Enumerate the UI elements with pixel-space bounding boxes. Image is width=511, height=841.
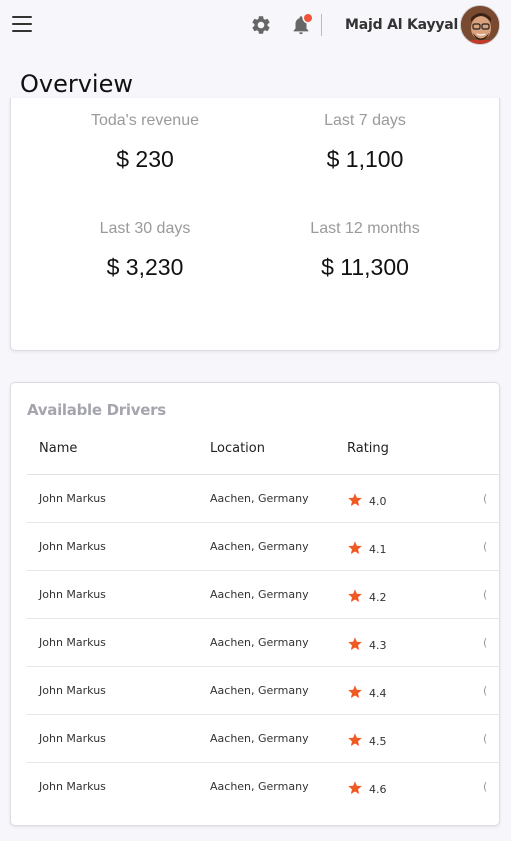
star-icon (348, 589, 362, 602)
driver-location: Aachen, Germany (210, 588, 309, 601)
menu-icon[interactable] (12, 16, 32, 32)
row-overflow-indicator: ( (483, 540, 488, 553)
stat-label: Last 7 days (324, 112, 406, 129)
avatar[interactable] (460, 5, 500, 45)
table-row[interactable]: John Markus Aachen, Germany 4.4 ( (27, 667, 499, 715)
table-body: John Markus Aachen, Germany 4.0(John Marku… (27, 475, 499, 811)
row-overflow-indicator: ( (483, 732, 488, 745)
column-header-name[interactable]: Name (39, 441, 77, 456)
column-header-location[interactable]: Location (210, 441, 265, 456)
stat-last-30-days: Last 30 days $ 3,230 (35, 220, 255, 281)
menu-line (12, 23, 32, 25)
table-row[interactable]: John Markus Aachen, Germany 4.3 ( (27, 619, 499, 667)
table-row[interactable]: John Markus Aachen, Germany 4.0 ( (27, 475, 499, 523)
drivers-title: Available Drivers (27, 401, 166, 419)
rating-value: 4.0 (369, 495, 387, 508)
driver-rating: 4.1 (347, 540, 387, 556)
row-overflow-indicator: ( (483, 588, 488, 601)
table-row[interactable]: John Markus Aachen, Germany 4.2 ( (27, 571, 499, 619)
row-overflow-indicator: ( (483, 684, 488, 697)
driver-name: John Markus (39, 636, 106, 649)
stat-value: $ 230 (116, 146, 174, 172)
driver-location: Aachen, Germany (210, 540, 309, 553)
column-header-rating[interactable]: Rating (347, 441, 389, 456)
driver-rating: 4.4 (347, 684, 387, 700)
table-row[interactable]: John Markus Aachen, Germany 4.5 ( (27, 715, 499, 763)
driver-name: John Markus (39, 540, 106, 553)
stat-label: Last 30 days (99, 220, 191, 237)
rating-value: 4.1 (369, 543, 387, 556)
header-divider (321, 14, 322, 36)
rating-value: 4.6 (369, 783, 387, 796)
revenue-card: Toda's revenue $ 230 Last 7 days $ 1,100… (10, 98, 500, 351)
menu-line (12, 30, 32, 32)
stat-last-7-days: Last 7 days $ 1,100 (255, 112, 475, 173)
driver-rating: 4.2 (347, 588, 387, 604)
rating-value: 4.3 (369, 639, 387, 652)
row-overflow-indicator: ( (483, 636, 488, 649)
available-drivers-card: Available Drivers Name Location Rating J… (10, 382, 500, 826)
driver-rating: 4.5 (347, 732, 387, 748)
rating-value: 4.4 (369, 687, 387, 700)
driver-name: John Markus (39, 492, 106, 505)
menu-line (12, 16, 32, 18)
star-icon (348, 493, 362, 506)
user-name[interactable]: Majd Al Kayyal (345, 17, 458, 33)
stat-label: Last 12 months (310, 220, 420, 237)
driver-location: Aachen, Germany (210, 492, 309, 505)
table-header: Name Location Rating (27, 427, 499, 475)
stat-value: $ 3,230 (106, 254, 184, 280)
rating-value: 4.5 (369, 735, 387, 748)
page-title: Overview (20, 70, 133, 98)
star-icon (348, 541, 362, 554)
stat-label: Toda's revenue (90, 112, 199, 129)
rating-value: 4.2 (369, 591, 387, 604)
row-overflow-indicator: ( (483, 780, 488, 793)
driver-rating: 4.0 (347, 492, 387, 508)
table-row[interactable]: John Markus Aachen, Germany 4.1 ( (27, 523, 499, 571)
driver-name: John Markus (39, 780, 106, 793)
star-icon (348, 685, 362, 698)
stat-value: $ 1,100 (326, 146, 404, 172)
driver-location: Aachen, Germany (210, 636, 309, 649)
drivers-table: Name Location Rating John Markus Aachen, … (27, 427, 499, 811)
driver-name: John Markus (39, 732, 106, 745)
driver-location: Aachen, Germany (210, 684, 309, 697)
star-icon (348, 733, 362, 746)
driver-location: Aachen, Germany (210, 780, 309, 793)
stat-today: Toda's revenue $ 230 (35, 112, 255, 173)
driver-rating: 4.3 (347, 636, 387, 652)
stat-last-12-months: Last 12 months $ 11,300 (255, 220, 475, 281)
avatar-image (461, 6, 499, 44)
notification-badge (304, 14, 312, 22)
stat-value: $ 11,300 (321, 254, 409, 280)
star-icon (348, 637, 362, 650)
driver-name: John Markus (39, 588, 106, 601)
row-overflow-indicator: ( (483, 492, 488, 505)
driver-rating: 4.6 (347, 780, 387, 796)
gear-icon[interactable] (250, 14, 272, 36)
top-bar: Majd Al Kayyal (0, 0, 511, 50)
star-icon (348, 781, 362, 794)
table-row[interactable]: John Markus Aachen, Germany 4.6 ( (27, 763, 499, 811)
driver-location: Aachen, Germany (210, 732, 309, 745)
driver-name: John Markus (39, 684, 106, 697)
